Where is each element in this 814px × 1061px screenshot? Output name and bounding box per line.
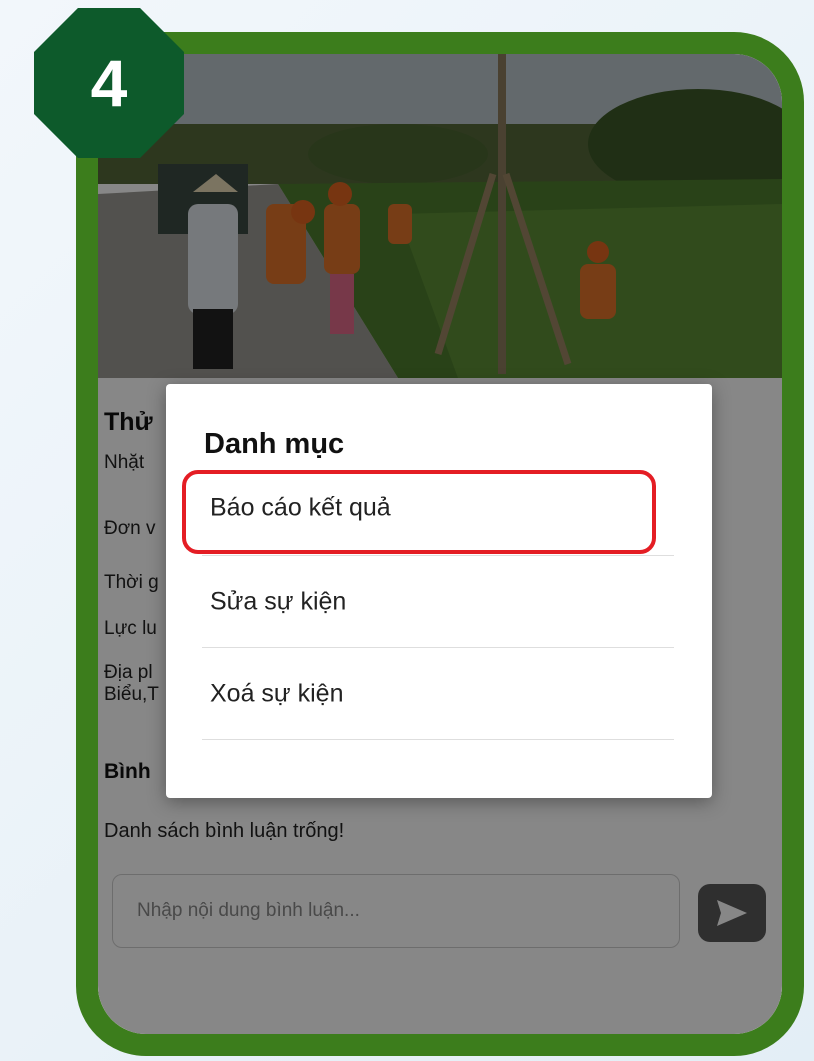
dialog-title: Danh mục — [204, 428, 345, 460]
phone-frame: Thử Nhặt Đơn v Thời g Lực lu Địa pl Biểu… — [76, 32, 804, 1056]
step-badge: 4 — [34, 8, 184, 158]
menu-item-label: Xoá sự kiện — [210, 679, 344, 707]
menu-item-delete-event[interactable]: Xoá sự kiện — [202, 648, 674, 740]
category-dialog: Danh mục Báo cáo kết quả Sửa sự kiện Xoá… — [166, 384, 712, 798]
menu-item-report-result[interactable]: Báo cáo kết quả — [202, 460, 674, 556]
menu-item-edit-event[interactable]: Sửa sự kiện — [202, 556, 674, 648]
app-screen: Thử Nhặt Đơn v Thời g Lực lu Địa pl Biểu… — [98, 54, 782, 1034]
menu-item-label: Báo cáo kết quả — [210, 493, 391, 521]
menu-item-label: Sửa sự kiện — [210, 587, 347, 615]
